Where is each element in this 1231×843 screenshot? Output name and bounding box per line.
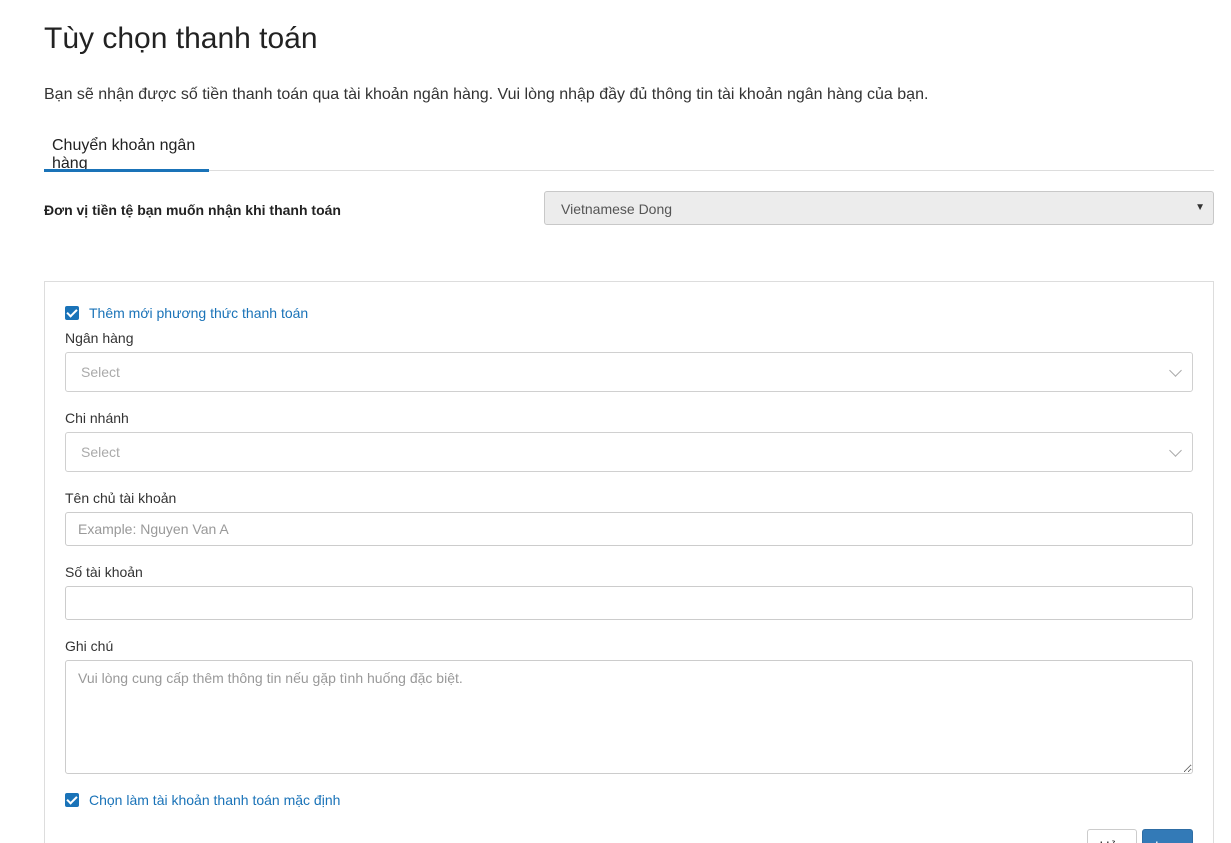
payment-method-panel: Thêm mới phương thức thanh toán Ngân hàn…: [44, 281, 1214, 843]
account-holder-input[interactable]: [65, 512, 1193, 546]
page-title: Tùy chọn thanh toán: [44, 22, 318, 55]
chevron-down-icon: [1169, 364, 1182, 377]
default-account-label: Chọn làm tài khoản thanh toán mặc định: [89, 792, 341, 808]
branch-select-placeholder: Select: [81, 444, 120, 460]
add-payment-method-checkbox[interactable]: Thêm mới phương thức thanh toán: [65, 305, 308, 321]
page-intro: Bạn sẽ nhận được số tiền thanh toán qua …: [44, 86, 929, 103]
note-label: Ghi chú: [65, 638, 114, 654]
add-payment-method-label: Thêm mới phương thức thanh toán: [89, 305, 309, 321]
cancel-button[interactable]: Hủy: [1087, 829, 1137, 843]
bank-select[interactable]: Select: [65, 352, 1193, 392]
currency-select[interactable]: Vietnamese Dong ▼: [544, 191, 1214, 225]
account-number-label: Số tài khoản: [65, 564, 143, 580]
save-button[interactable]: Lưu: [1142, 829, 1193, 843]
caret-down-icon: ▼: [1195, 202, 1205, 213]
currency-select-value: Vietnamese Dong: [561, 201, 673, 217]
account-holder-label: Tên chủ tài khoản: [65, 490, 177, 506]
account-number-input[interactable]: [65, 586, 1193, 620]
chevron-down-icon: [1169, 444, 1182, 457]
tab-bar: Chuyển khoản ngân hàng: [44, 126, 1214, 172]
bank-label: Ngân hàng: [65, 330, 134, 346]
checkbox-checked-icon: [65, 306, 79, 320]
currency-label: Đơn vị tiền tệ bạn muốn nhận khi thanh t…: [44, 202, 341, 218]
checkbox-checked-icon: [65, 793, 79, 807]
branch-label: Chi nhánh: [65, 410, 129, 426]
default-account-checkbox[interactable]: Chọn làm tài khoản thanh toán mặc định: [65, 792, 340, 808]
tab-bank-transfer[interactable]: Chuyển khoản ngân hàng: [44, 126, 209, 172]
branch-select[interactable]: Select: [65, 432, 1193, 472]
note-textarea[interactable]: [65, 660, 1193, 774]
bank-select-placeholder: Select: [81, 364, 120, 380]
